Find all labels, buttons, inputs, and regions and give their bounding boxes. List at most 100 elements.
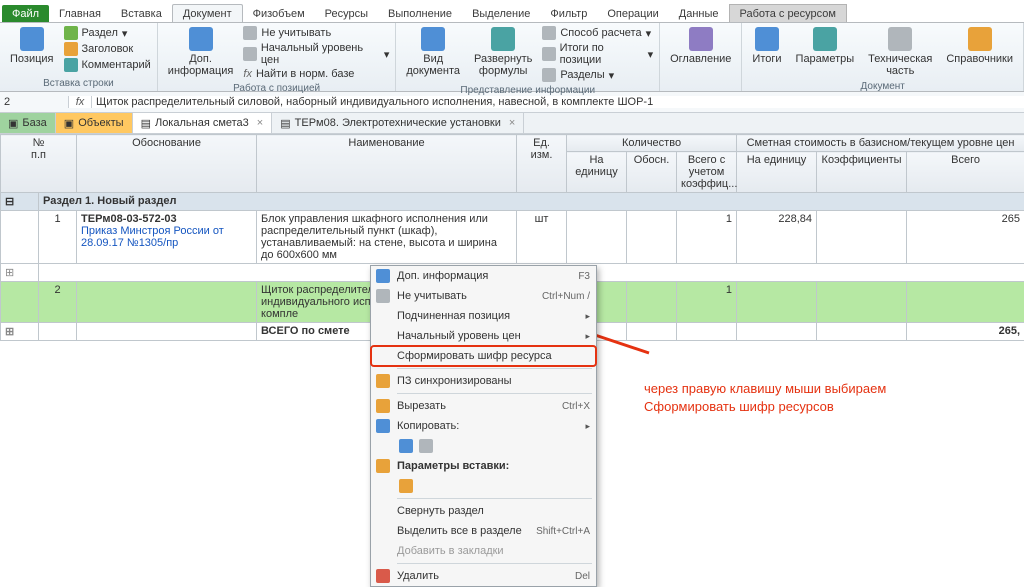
- spravochniki-button[interactable]: Справочники: [942, 25, 1017, 67]
- ctx-paste-opts[interactable]: [371, 476, 596, 496]
- close-icon[interactable]: ×: [509, 117, 515, 129]
- folder-icon: ▣: [64, 117, 74, 130]
- find-norm-button[interactable]: fxНайти в норм. базе: [243, 67, 389, 81]
- group-title-doc: Документ: [748, 79, 1017, 92]
- fx-label: fx: [69, 96, 92, 108]
- copy-icon: [376, 419, 390, 433]
- chevron-right-icon: ▸: [585, 311, 590, 322]
- close-icon[interactable]: ×: [257, 117, 263, 129]
- parametry-button[interactable]: Параметры: [792, 25, 859, 67]
- ctx-neuch[interactable]: Не учитыватьCtrl+Num /: [371, 286, 596, 306]
- link-prikaz[interactable]: Приказ Минстроя России от 28.09.17 №1305…: [81, 225, 224, 249]
- fx-icon: fx: [243, 68, 252, 80]
- ctx-dop-info[interactable]: Доп. информацияF3: [371, 266, 596, 286]
- formula-bar: 2 fx Щиток распределительный силовой, на…: [0, 92, 1024, 113]
- ctx-cut[interactable]: ВырезатьCtrl+X: [371, 396, 596, 416]
- paste-alt-icon: [419, 439, 433, 453]
- sections-icon: [542, 68, 556, 82]
- exclude-icon: [376, 289, 390, 303]
- tab-exec[interactable]: Выполнение: [378, 5, 462, 22]
- kommentariy-button[interactable]: Комментарий: [64, 57, 151, 73]
- calc-icon: [542, 26, 556, 40]
- tab-fizobem[interactable]: Физобъем: [243, 5, 315, 22]
- tab-home[interactable]: Главная: [49, 5, 111, 22]
- ctx-pz-sync[interactable]: ПЗ синхронизированы: [371, 371, 596, 391]
- table-row[interactable]: 1 ТЕРм08-03-572-03Приказ Минстроя России…: [1, 211, 1024, 264]
- tab-smeta[interactable]: ▤Локальная смета3×: [133, 113, 273, 133]
- col-ed: Ед. изм.: [517, 135, 567, 193]
- col-naim: Наименование: [257, 135, 517, 193]
- ctx-nach[interactable]: Начальный уровень цен▸: [371, 326, 596, 346]
- position-icon: [20, 27, 44, 51]
- expand-icon: [491, 27, 515, 51]
- paste-opt-icon: [399, 479, 413, 493]
- ctx-copy[interactable]: Копировать:▸: [371, 416, 596, 436]
- position-button[interactable]: Позиция: [6, 25, 58, 67]
- neuch-button[interactable]: Не учитывать: [243, 25, 389, 41]
- tab-term[interactable]: ▤ТЕРм08. Электротехнические установки×: [272, 113, 524, 133]
- razdely-button[interactable]: Разделы ▾: [542, 67, 653, 83]
- section-row[interactable]: ⊟Раздел 1. Новый раздел: [1, 193, 1024, 211]
- razvernut-button[interactable]: Развернуть формулы: [470, 25, 536, 79]
- group-title-insert: Вставка строки: [6, 76, 151, 89]
- dop-info-button[interactable]: Доп. информация: [164, 25, 238, 79]
- totals-icon: [542, 47, 555, 61]
- books-icon: [968, 27, 992, 51]
- ctx-delete[interactable]: УдалитьDel: [371, 566, 596, 586]
- col-kol: Количество: [567, 135, 737, 152]
- razdel-icon: [64, 26, 78, 40]
- itogi-button[interactable]: Итоги: [748, 25, 785, 67]
- ribbon: Позиция Раздел ▾ Заголовок Комментарий В…: [0, 23, 1024, 92]
- workspace-tabs: ▣База ▣Объекты ▤Локальная смета3× ▤ТЕРм0…: [0, 113, 1024, 134]
- group-title-position: Работа с позицией: [164, 81, 390, 94]
- razdel-button[interactable]: Раздел ▾: [64, 25, 151, 41]
- tab-insert[interactable]: Вставка: [111, 5, 172, 22]
- tab-data[interactable]: Данные: [669, 5, 729, 22]
- itogi-pos-button[interactable]: Итоги по позиции ▾: [542, 41, 653, 67]
- info-icon: [189, 27, 213, 51]
- tab-selection[interactable]: Выделение: [462, 5, 540, 22]
- ctx-form-shifr[interactable]: Сформировать шифр ресурса: [371, 346, 596, 366]
- comment-icon: [64, 58, 78, 72]
- exclude-icon: [243, 26, 257, 40]
- tab-document[interactable]: Документ: [172, 4, 243, 22]
- scissors-icon: [376, 399, 390, 413]
- doc-icon: ▤: [280, 117, 290, 130]
- tech-chast-button[interactable]: Техническая часть: [864, 25, 936, 79]
- chevron-right-icon: ▸: [585, 421, 590, 432]
- paste-icon: [399, 439, 413, 453]
- params-icon: [813, 27, 837, 51]
- tech-icon: [888, 27, 912, 51]
- vid-doc-button[interactable]: Вид документа: [402, 25, 464, 79]
- col-sko: Коэффициенты: [817, 152, 907, 193]
- check-icon: [376, 374, 390, 388]
- itogi-icon: [755, 27, 779, 51]
- ctx-paste-params[interactable]: Параметры вставки:: [371, 456, 596, 476]
- sposob-button[interactable]: Способ расчета ▾: [542, 25, 653, 41]
- tab-baza[interactable]: ▣База: [0, 113, 56, 133]
- col-svs: Всего: [907, 152, 1024, 193]
- tab-resources[interactable]: Ресурсы: [315, 5, 378, 22]
- col-kna: На единицу: [567, 152, 627, 193]
- tab-work-resource[interactable]: Работа с ресурсом: [729, 4, 847, 22]
- main-tabstrip: Файл Главная Вставка Документ Физобъем Р…: [0, 0, 1024, 23]
- folder-icon: ▣: [8, 117, 18, 130]
- col-kob: Обосн.: [627, 152, 677, 193]
- ctx-podch[interactable]: Подчиненная позиция▸: [371, 306, 596, 326]
- ctx-select-all[interactable]: Выделить все в разделеShift+Ctrl+A: [371, 521, 596, 541]
- nach-uroven-button[interactable]: Начальный уровень цен ▾: [243, 41, 389, 67]
- ctx-svernut[interactable]: Свернуть раздел: [371, 501, 596, 521]
- tab-operations[interactable]: Операции: [597, 5, 668, 22]
- tab-filter[interactable]: Фильтр: [540, 5, 597, 22]
- level-icon: [243, 47, 256, 61]
- zagolovok-button[interactable]: Заголовок: [64, 41, 151, 57]
- ctx-bookmark: Добавить в закладки: [371, 541, 596, 561]
- tab-file[interactable]: Файл: [2, 5, 49, 22]
- zagolovok-icon: [64, 42, 78, 56]
- tab-objects[interactable]: ▣Объекты: [56, 113, 133, 133]
- ctx-copy-opts[interactable]: [371, 436, 596, 456]
- formula-value[interactable]: Щиток распределительный силовой, наборны…: [92, 96, 1024, 108]
- oglavlenie-button[interactable]: Оглавление: [666, 25, 735, 67]
- col-kvs: Всего с учетом коэффиц...: [677, 152, 737, 193]
- cell-address[interactable]: 2: [0, 96, 69, 108]
